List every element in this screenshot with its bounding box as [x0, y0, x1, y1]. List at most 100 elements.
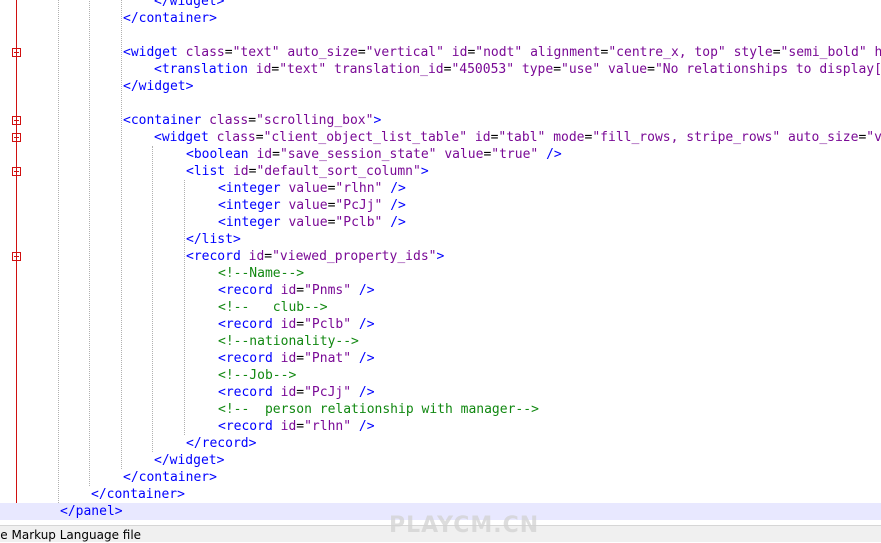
code-text: <record id="rlhn" />	[218, 418, 375, 435]
file-type-label: ible Markup Language file	[0, 528, 142, 542]
code-token: id	[280, 283, 297, 298]
code-line[interactable]: </container>	[0, 486, 881, 503]
code-line[interactable]: </container>	[0, 469, 881, 486]
code-token: <integer	[218, 181, 289, 196]
code-token: id	[280, 385, 297, 400]
code-token: =	[296, 385, 305, 400]
code-line[interactable]: </widget>	[0, 78, 881, 95]
code-token: "Pnms"	[304, 283, 352, 298]
code-token: "viewed_property_ids"	[272, 249, 437, 264]
code-text: <record id="PcJj" />	[218, 384, 375, 401]
code-token: "save_session_state"	[279, 147, 437, 162]
code-token: <record	[186, 249, 249, 264]
code-line[interactable]: <record id="rlhn" />	[0, 418, 881, 435]
code-text: <container class="scrolling_box">	[123, 112, 381, 129]
code-token: auto_size	[287, 45, 358, 60]
code-token: <!--nationality-->	[218, 334, 359, 349]
code-line[interactable]: </widget>	[0, 0, 881, 10]
code-token: =	[357, 45, 366, 60]
code-editor[interactable]: </widget> </container> <widget class="text…	[0, 0, 881, 525]
code-line[interactable]: </list>	[0, 231, 881, 248]
code-line[interactable]: <record id="Pnms" />	[0, 282, 881, 299]
code-token: class	[216, 130, 256, 145]
code-token: mode	[553, 130, 585, 145]
code-token: =	[553, 62, 562, 77]
code-token: "ver	[866, 130, 881, 145]
code-token: <!-- person relationship with manager-->	[218, 402, 539, 417]
code-line[interactable]: <integer value="rlhn" />	[0, 180, 881, 197]
code-line[interactable]: <container class="scrolling_box">	[0, 112, 881, 129]
code-token: =	[272, 147, 280, 162]
code-token: >	[373, 113, 382, 128]
code-token: <widget	[154, 130, 217, 145]
code-line[interactable]: <integer value="Pclb" />	[0, 214, 881, 231]
code-text: <!--nationality-->	[218, 333, 359, 350]
code-text: <record id="Pnat" />	[218, 350, 375, 367]
code-line[interactable]: <!--Name-->	[0, 265, 881, 282]
code-token: translation_id	[334, 62, 444, 77]
code-token: =	[255, 130, 264, 145]
code-line[interactable]: <translation id = "text" translation_id = "4…	[0, 61, 881, 78]
code-line[interactable]	[0, 95, 881, 112]
code-token: "Pnat"	[304, 351, 352, 366]
code-line[interactable]: <!-- club-->	[0, 299, 881, 316]
code-line[interactable]: <record id="Pclb" />	[0, 316, 881, 333]
code-token: id	[451, 45, 468, 60]
code-token: "rlhn"	[304, 419, 352, 434]
code-token: <!-- club-->	[218, 300, 328, 315]
code-token: alignment	[530, 45, 601, 60]
code-line[interactable]: </widget>	[0, 452, 881, 469]
code-line[interactable]: <!--nationality-->	[0, 333, 881, 350]
code-text: <!--Job-->	[218, 367, 296, 384]
code-token: id	[280, 351, 297, 366]
code-token: auto_size	[788, 130, 859, 145]
code-text: <!-- person relationship with manager-->	[218, 401, 539, 418]
code-line[interactable]: <widget class="client_object_list_table"…	[0, 129, 881, 146]
code-token: "Pclb"	[304, 317, 352, 332]
code-token: </list>	[186, 232, 241, 247]
code-token: />	[358, 283, 375, 298]
code-line[interactable]: <!--Job-->	[0, 367, 881, 384]
code-token: />	[390, 215, 406, 230]
code-token: </container>	[123, 11, 217, 26]
code-token: class	[185, 45, 225, 60]
code-line[interactable]: <list id="default_sort_column">	[0, 163, 881, 180]
code-text: </container>	[123, 469, 217, 486]
code-token: "nodt"	[475, 45, 523, 60]
code-text: </container>	[123, 10, 217, 27]
code-token: <widget	[123, 45, 186, 60]
code-token: />	[546, 147, 562, 162]
code-token: "No relationships to display[CO	[654, 62, 881, 77]
code-token: =	[647, 62, 655, 77]
code-text: <record id="viewed_property_ids">	[186, 248, 444, 265]
code-token: "default_sort_column"	[256, 164, 421, 179]
code-line[interactable]: <record id="viewed_property_ids">	[0, 248, 881, 265]
code-text: </widget>	[154, 0, 224, 10]
code-token: id	[255, 62, 272, 77]
code-line[interactable]: </record>	[0, 435, 881, 452]
code-token: =	[296, 317, 305, 332]
code-line[interactable]	[0, 27, 881, 44]
watermark: PLAYCM.CN	[389, 513, 540, 538]
code-token: />	[390, 198, 406, 213]
code-line[interactable]: <record id="Pnat" />	[0, 350, 881, 367]
code-line[interactable]: <record id="PcJj" />	[0, 384, 881, 401]
code-line[interactable]: <!-- person relationship with manager-->	[0, 401, 881, 418]
code-line[interactable]: </container>	[0, 10, 881, 27]
code-line[interactable]: <integer value="PcJj" />	[0, 197, 881, 214]
code-text: </widget>	[154, 452, 224, 469]
code-line[interactable]: <widget class="text" auto_size="vertical…	[0, 44, 881, 61]
code-text: <translation id = "text" translation_id = "4…	[154, 61, 881, 78]
code-token: "tabl"	[498, 130, 546, 145]
code-token: "text"	[279, 62, 327, 77]
code-token: style	[733, 45, 773, 60]
code-token: =	[224, 45, 233, 60]
code-line[interactable]: <boolean id="save_session_state" value="…	[0, 146, 881, 163]
